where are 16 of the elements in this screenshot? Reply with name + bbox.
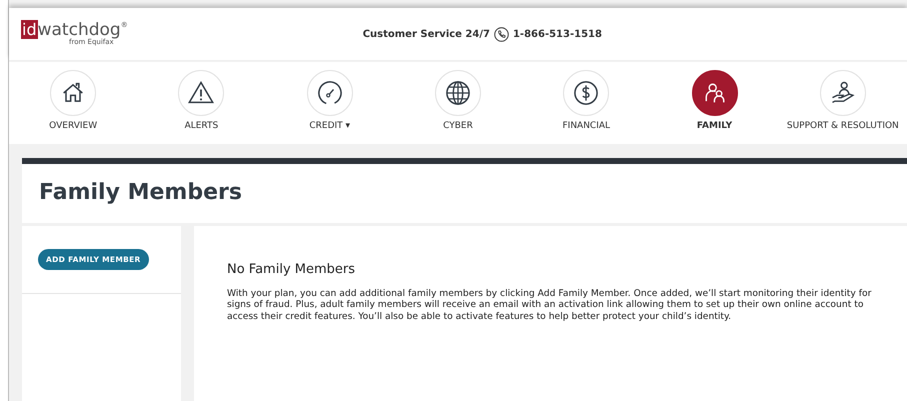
nav-tab[interactable]: SUPPORT & RESOLUTION: [778, 70, 907, 134]
globe-icon: [444, 79, 472, 107]
nav-tab[interactable]: OVERVIEW: [9, 70, 138, 134]
customer-service-label: Customer Service 24/7: [362, 28, 490, 42]
gauge-icon: [316, 79, 344, 107]
dollar-icon: [572, 79, 600, 107]
phone-icon: [494, 26, 509, 42]
nav-tab[interactable]: CREDIT ▾: [266, 70, 394, 134]
phone-number: 1-866-513-1518: [512, 28, 602, 42]
description-text: With your plan, you can add additional family members by clicking Add Family Member. Once added, we’ll start monitoring their identity for signs of fraud. Plus, adult family members will receive an email with an activation link allowing them to set up their own online account to access their credit features. You’ll also be able to activate features to help better protect your child’s identity.: [227, 288, 872, 322]
nav-tab[interactable]: FAMILY: [650, 70, 779, 134]
section-heading: No Family Members: [227, 262, 356, 278]
nav-tab[interactable]: CYBER: [394, 70, 522, 134]
nav-tab[interactable]: ALERTS: [137, 70, 266, 134]
page-title: Family Members: [39, 180, 242, 207]
nav-tab[interactable]: FINANCIAL: [522, 70, 650, 134]
